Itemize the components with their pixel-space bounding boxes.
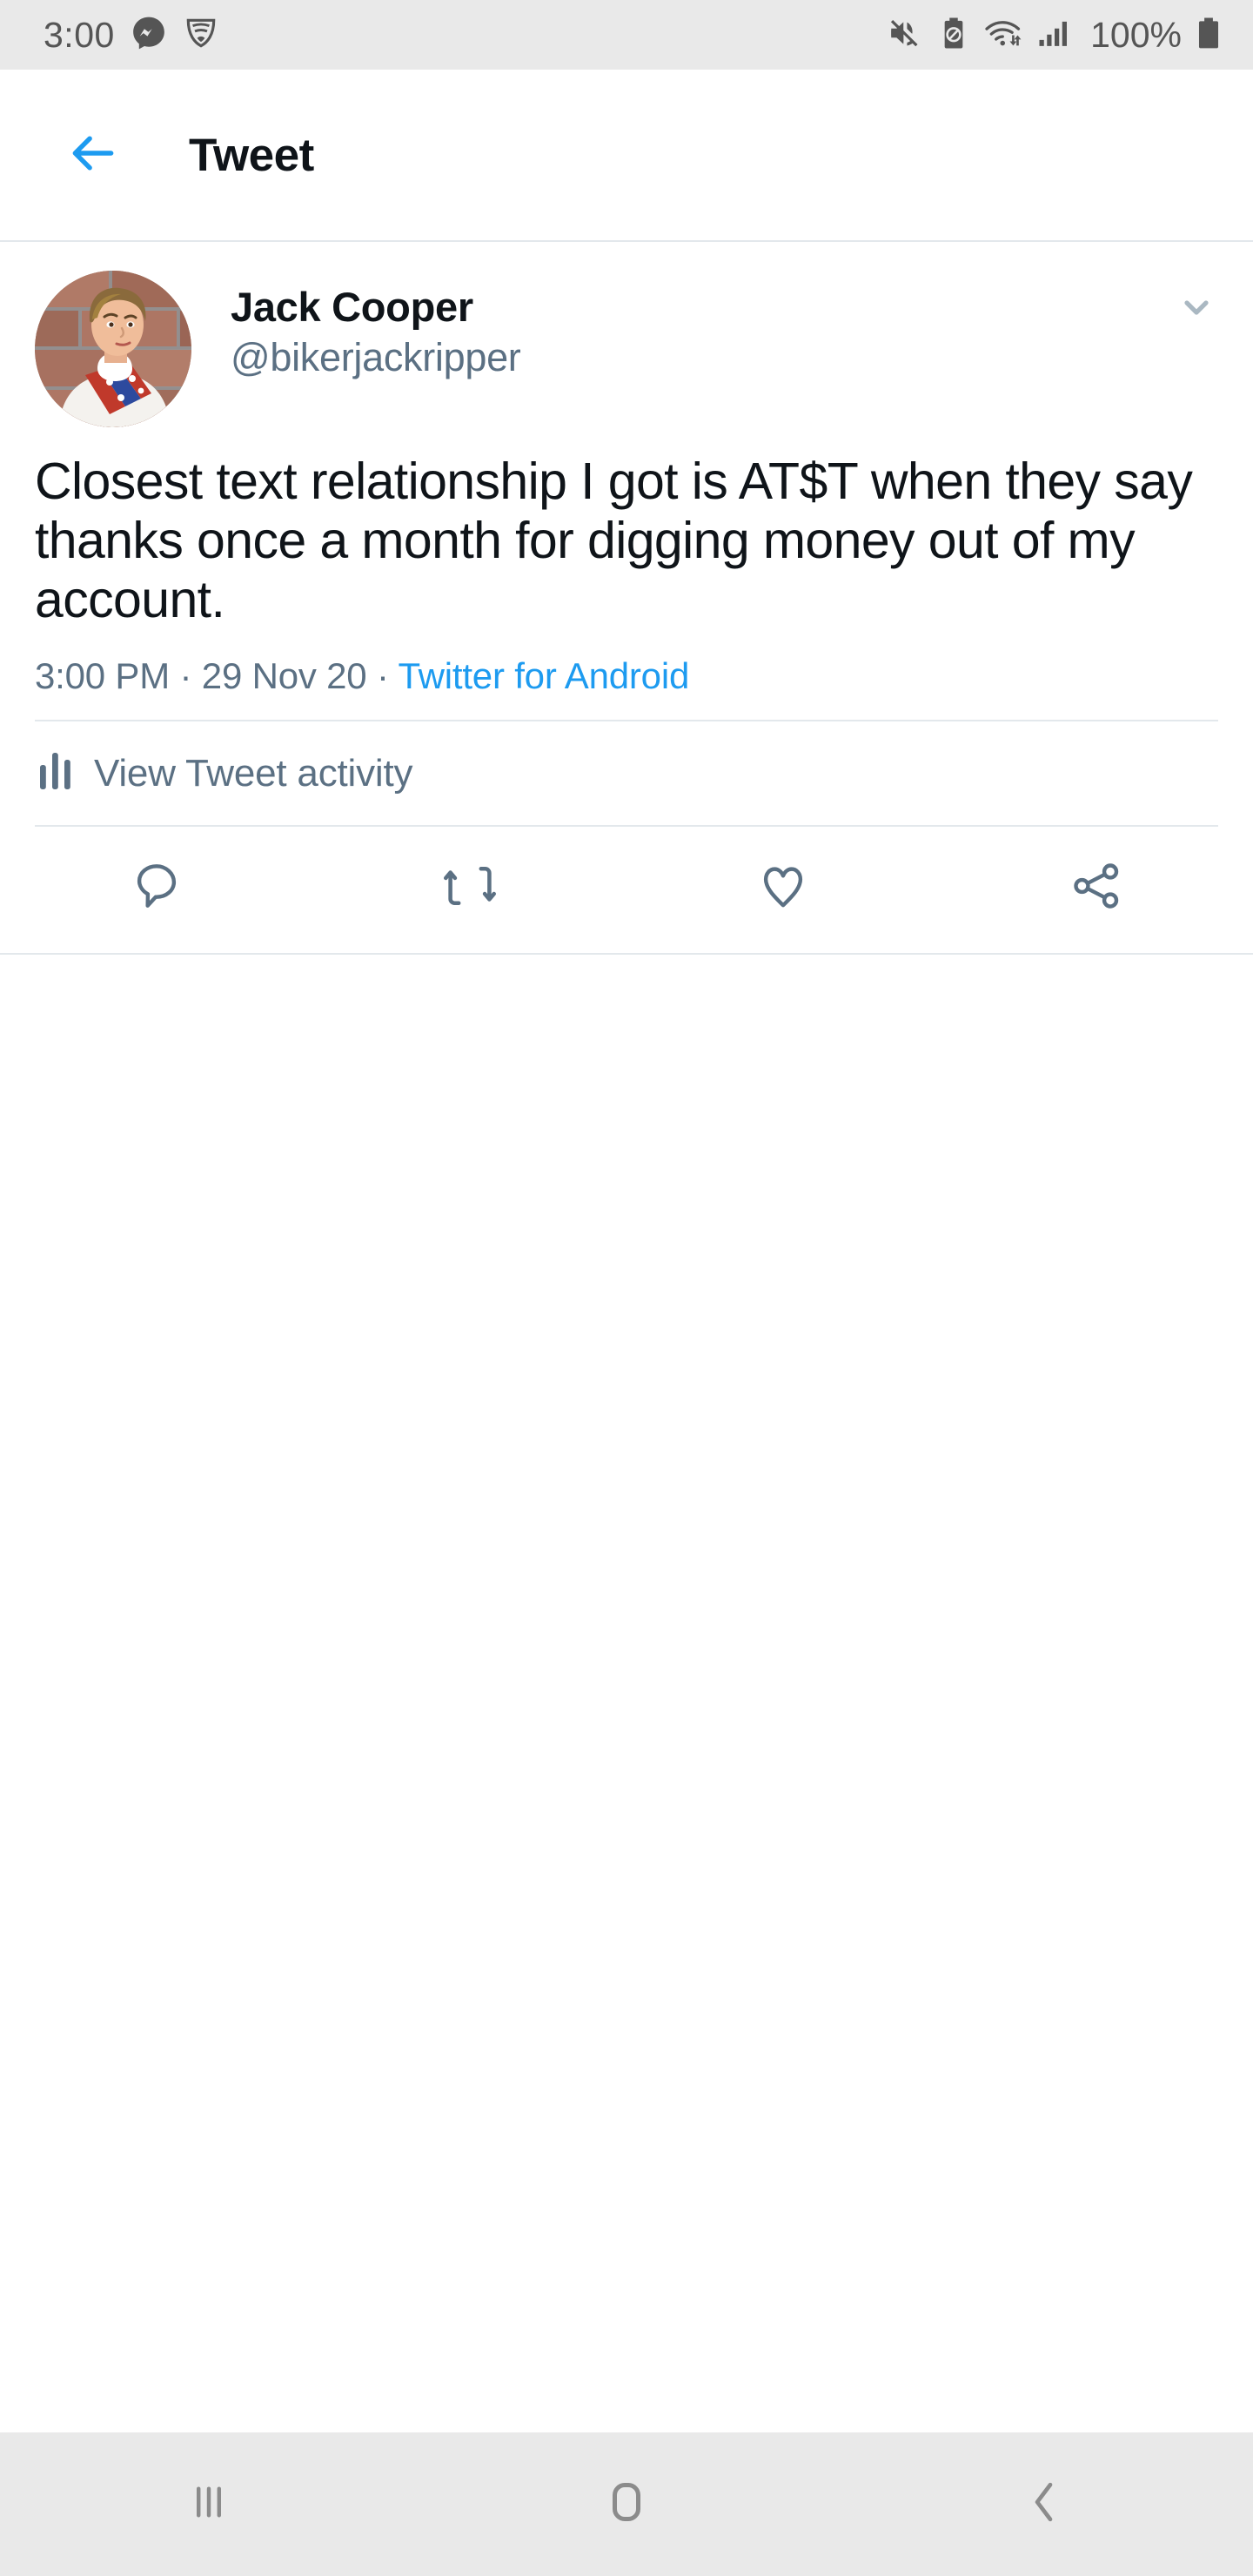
tweet-menu-button[interactable]: [1166, 278, 1227, 339]
wifi-icon: [984, 15, 1024, 56]
battery-icon: [1194, 15, 1223, 56]
status-bar-clock: 3:00: [44, 14, 115, 55]
recents-icon: [184, 2478, 233, 2531]
app-header: Tweet: [0, 70, 1253, 242]
chevron-down-icon: [1176, 286, 1217, 332]
bar-chart-icon: [38, 751, 73, 795]
status-bar-left: 3:00: [44, 15, 219, 56]
tweet-detail-card: Jack Cooper @bikerjackripper Closest tex…: [0, 242, 1253, 956]
cellular-signal-icon: [1036, 15, 1073, 56]
view-tweet-activity-label: View Tweet activity: [94, 751, 413, 795]
meta-separator-2: ·: [376, 655, 389, 697]
page-title: Tweet: [189, 129, 314, 181]
retweet-icon: [442, 858, 498, 918]
chevron-left-icon: [1020, 2478, 1069, 2531]
phone-screen: 3:00 100% Tweet Jack Cooper @bikerjackri…: [0, 0, 1253, 2576]
mute-icon: [887, 15, 923, 56]
battery-percent-label: 100%: [1090, 14, 1182, 55]
tweet-time: 3:00 PM: [35, 655, 171, 697]
tweet-actions-row: [0, 827, 1253, 953]
share-icon: [1069, 859, 1123, 917]
share-button[interactable]: [940, 859, 1253, 917]
nav-home-button[interactable]: [418, 2476, 835, 2532]
wifi-shield-icon: [183, 15, 219, 56]
system-nav-bar: [0, 2432, 1253, 2576]
nav-back-button[interactable]: [835, 2478, 1253, 2531]
status-bar-right: 100%: [887, 15, 1223, 56]
tweet-date: 29 Nov 20: [201, 655, 367, 697]
view-tweet-activity-button[interactable]: View Tweet activity: [0, 721, 1253, 825]
heart-icon: [756, 859, 810, 917]
reply-button[interactable]: [0, 859, 313, 917]
meta-separator-1: ·: [179, 655, 192, 697]
retweet-button[interactable]: [313, 858, 626, 918]
status-bar: 3:00 100%: [0, 0, 1253, 70]
empty-content-area: [0, 955, 1253, 2432]
back-button[interactable]: [65, 127, 121, 183]
author-names: Jack Cooper @bikerjackripper: [231, 271, 521, 381]
battery-saver-icon: [935, 15, 972, 56]
comment-icon: [130, 859, 184, 917]
tweet-author-row: Jack Cooper @bikerjackripper: [0, 242, 1253, 427]
tweet-text: Closest text relationship I got is AT$T …: [35, 453, 1193, 629]
author-handle: @bikerjackripper: [231, 335, 521, 380]
tweet-source-link[interactable]: Twitter for Android: [398, 655, 689, 696]
arrow-left-icon: [66, 126, 120, 184]
tweet-meta: 3:00 PM · 29 Nov 20 · Twitter for Androi…: [0, 629, 1253, 720]
nav-recents-button[interactable]: [0, 2478, 418, 2531]
home-square-icon: [600, 2476, 653, 2532]
like-button[interactable]: [626, 859, 940, 917]
messenger-icon: [131, 15, 167, 56]
avatar[interactable]: [35, 271, 191, 427]
author-display-name: Jack Cooper: [231, 284, 473, 330]
